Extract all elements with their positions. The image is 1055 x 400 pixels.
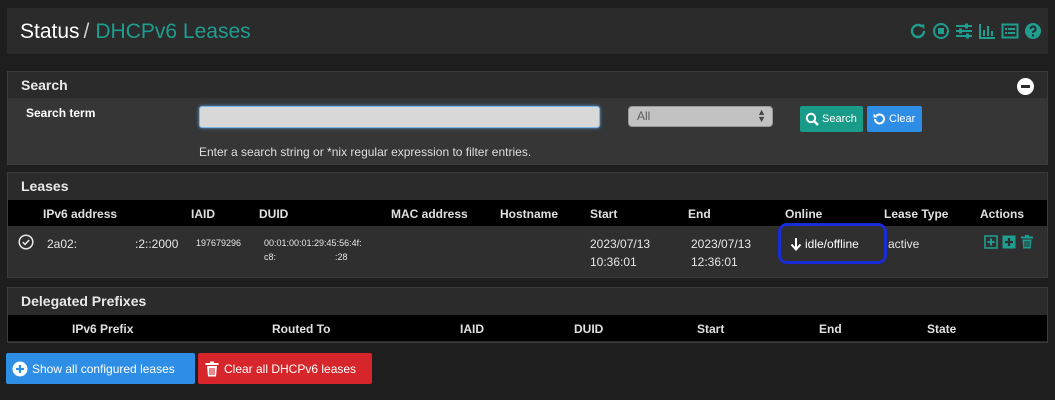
online-status: idle/offline [790, 237, 859, 251]
add-static-mapping-icon[interactable] [984, 235, 998, 249]
breadcrumb: Status / DHCPv6 Leases [20, 20, 251, 44]
lease-duid-line2a: c8: [264, 252, 277, 262]
lease-end-time: 12:36:01 [691, 255, 738, 269]
col-deleg-end[interactable]: End [819, 322, 842, 336]
clear-all-leases-button[interactable]: Clear all DHCPv6 leases [198, 353, 372, 384]
col-duid[interactable]: DUID [259, 207, 288, 221]
search-panel: Search Search term All ▲ ▼ Search Clear E… [7, 71, 1048, 165]
col-hostname[interactable]: Hostname [500, 207, 558, 221]
search-button-label: Search [822, 113, 857, 125]
search-help-text: Enter a search string or *nix regular ex… [199, 145, 532, 159]
col-iaid[interactable]: IAID [191, 207, 215, 221]
col-start[interactable]: Start [590, 207, 617, 221]
clear-button-label: Clear [889, 113, 916, 125]
check-circle-icon [18, 234, 34, 250]
stop-icon[interactable] [932, 22, 950, 40]
search-term-label: Search term [26, 106, 96, 120]
trash-icon[interactable] [1020, 235, 1034, 249]
trash-icon [205, 361, 219, 376]
arrow-down-icon [790, 238, 802, 251]
plus-circle-icon [12, 361, 28, 376]
help-icon[interactable] [1024, 22, 1042, 40]
filter-selected-value: All [637, 109, 651, 123]
page-header: Status / DHCPv6 Leases [7, 8, 1048, 54]
search-button[interactable]: Search [800, 106, 863, 132]
col-actions: Actions [980, 207, 1025, 221]
search-input[interactable] [199, 106, 600, 128]
col-deleg-duid[interactable]: DUID [574, 322, 603, 336]
delegated-table-header: IPv6 Prefix Routed To IAID DUID Start En… [8, 315, 1047, 341]
show-all-leases-label: Show all configured leases [32, 361, 175, 376]
list-icon[interactable] [1001, 22, 1019, 40]
lease-type: active [888, 237, 920, 251]
leases-table-header: IPv6 address IAID DUID MAC address Hostn… [8, 200, 1047, 226]
filter-select[interactable]: All ▲ ▼ [628, 106, 773, 127]
col-end[interactable]: End [688, 207, 711, 221]
lease-ipv6-prefix: 2a02: [47, 237, 78, 251]
col-deleg-iaid[interactable]: IAID [460, 322, 484, 336]
col-lease-type[interactable]: Lease Type [884, 207, 948, 221]
sliders-icon[interactable] [955, 22, 973, 40]
delegated-panel-title: Delegated Prefixes [21, 293, 147, 309]
show-all-leases-button[interactable]: Show all configured leases [6, 353, 195, 384]
lease-end-date: 2023/07/13 [691, 237, 752, 251]
select-arrows-icon: ▲ ▼ [757, 107, 766, 124]
breadcrumb-status[interactable]: Status [20, 20, 80, 43]
clear-all-leases-label: Clear all DHCPv6 leases [224, 361, 357, 376]
search-icon [805, 112, 819, 126]
online-status-label: idle/offline [805, 237, 859, 251]
lease-ipv6-suffix: :2::2000 [135, 237, 179, 251]
delegated-prefixes-panel: Delegated Prefixes IPv6 Prefix Routed To… [7, 287, 1048, 343]
reload-icon[interactable] [909, 22, 927, 40]
lease-duid-line2b: :28 [335, 252, 348, 262]
lease-start-time: 10:36:01 [590, 255, 637, 269]
col-online[interactable]: Online [785, 207, 822, 221]
search-body: Search term All ▲ ▼ Search Clear Enter a … [8, 98, 1047, 164]
leases-panel: Leases IPv6 address IAID DUID MAC addres… [7, 172, 1048, 278]
col-routed-to[interactable]: Routed To [272, 322, 330, 336]
bar-chart-icon[interactable] [978, 22, 996, 40]
search-panel-title: Search [21, 77, 68, 93]
breadcrumb-separator: / [83, 20, 90, 43]
lease-start-date: 2023/07/13 [590, 237, 651, 251]
page-title[interactable]: DHCPv6 Leases [95, 20, 250, 43]
leases-panel-title: Leases [21, 178, 69, 194]
col-deleg-state[interactable]: State [927, 322, 956, 336]
lease-iaid: 197679296 [196, 238, 242, 248]
add-mapping-icon[interactable] [1002, 235, 1016, 249]
undo-icon [873, 113, 885, 125]
table-row: 2a02: :2::2000 197679296 00:01:00:01:29:… [8, 226, 1047, 277]
col-ipv6-address[interactable]: IPv6 address [43, 207, 117, 221]
clear-button[interactable]: Clear [867, 106, 922, 132]
col-ipv6-prefix[interactable]: IPv6 Prefix [72, 322, 133, 336]
collapse-icon[interactable] [1017, 78, 1034, 95]
header-icons [909, 22, 1042, 40]
col-deleg-start[interactable]: Start [697, 322, 724, 336]
col-mac-address[interactable]: MAC address [391, 207, 468, 221]
lease-duid-line1: 00:01:00:01:29:45:56:4f: [264, 238, 362, 248]
